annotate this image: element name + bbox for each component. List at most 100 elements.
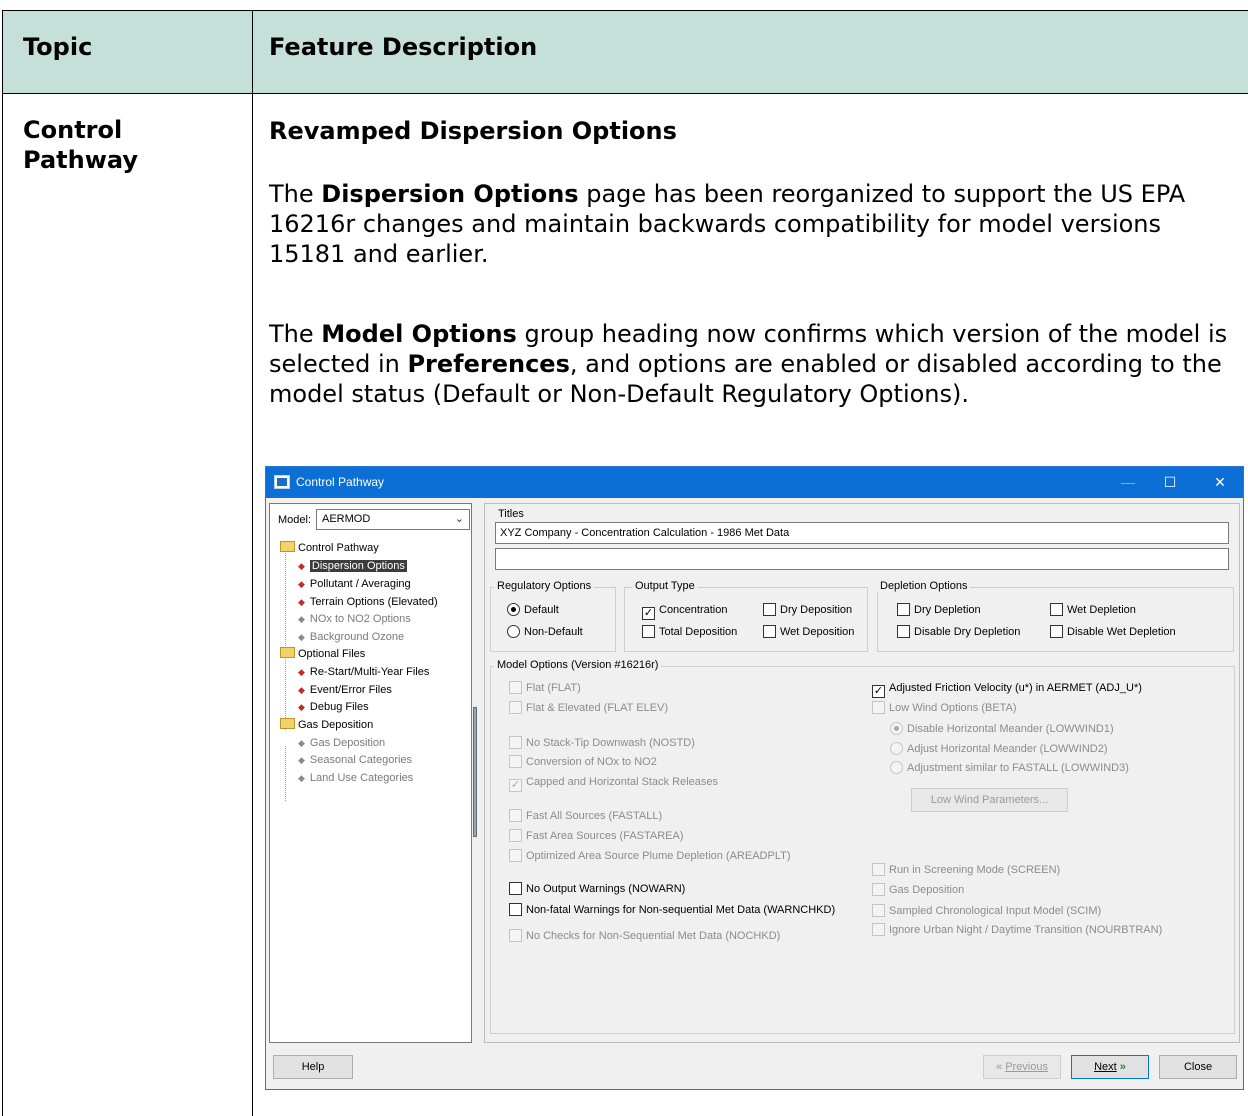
tree-item-gas-deposition[interactable]: ◆ Gas Deposition [298,735,385,752]
checkbox-icon [872,923,885,936]
topic-cell: Control Pathway [23,116,138,174]
diamond-icon: ◆ [298,579,305,589]
diamond-icon: ◆ [298,702,305,712]
model-select[interactable]: AERMOD ⌄ [316,509,470,530]
wet-deposition-checkbox[interactable]: Wet Deposition [763,625,854,639]
tree-item-pollutant-averaging[interactable]: ◆ Pollutant / Averaging [298,576,411,593]
folder-icon [280,541,295,552]
checkbox-icon [763,625,776,638]
checkbox-icon [509,882,522,895]
close-icon[interactable]: ✕ [1200,471,1240,493]
fastall-checkbox[interactable]: Fast All Sources (FASTALL) [509,809,662,823]
header-feature-description: Feature Description [269,33,538,61]
title-line2-input[interactable] [495,548,1229,570]
nowarn-checkbox[interactable]: No Output Warnings (NOWARN) [509,882,685,896]
dry-deposition-checkbox[interactable]: Dry Deposition [763,603,852,617]
diamond-icon: ◆ [298,755,305,765]
help-button[interactable]: Help [273,1055,353,1079]
disable-dry-depletion-checkbox[interactable]: Disable Dry Depletion [897,625,1020,639]
paragraph-model-options: The Model Options group heading now conf… [269,320,1228,408]
model-label: Model: [278,514,312,526]
regulatory-default-radio[interactable]: Default [507,603,559,617]
scim-checkbox[interactable]: Sampled Chronological Input Model (SCIM) [872,904,1101,918]
diamond-icon: ◆ [298,685,305,695]
screen-checkbox[interactable]: Run in Screening Mode (SCREEN) [872,863,1060,877]
next-button[interactable]: Next » [1071,1055,1149,1079]
pane-splitter[interactable] [473,707,477,837]
flat-elev-checkbox[interactable]: Flat & Elevated (FLAT ELEV) [509,701,668,715]
tree-item-nox-options[interactable]: ◆ NOx to NO2 Options [298,611,411,628]
warnchkd-checkbox[interactable]: Non-fatal Warnings for Non-sequential Me… [509,903,835,917]
regulatory-nondefault-radio[interactable]: Non-Default [507,625,583,639]
total-deposition-checkbox[interactable]: Total Deposition [642,625,737,639]
check-icon: ✓ [872,685,885,698]
dry-depletion-checkbox[interactable]: Dry Depletion [897,603,981,617]
column-divider [252,11,253,1116]
tree-item-land-use-categories[interactable]: ◆ Land Use Categories [298,770,413,787]
section-title: Revamped Dispersion Options [269,117,677,145]
diamond-icon: ◆ [298,632,305,642]
diamond-icon: ◆ [298,597,305,607]
concentration-checkbox[interactable]: ✓ Concentration [642,603,728,620]
radio-icon [890,742,903,755]
areadplt-checkbox[interactable]: Optimized Area Source Plume Depletion (A… [509,849,791,863]
lowwind3-radio[interactable]: Adjustment similar to FASTALL (LOWWIND3) [890,761,1129,775]
gas-deposition-checkbox[interactable]: Gas Deposition [872,883,964,897]
tree-item-seasonal-categories[interactable]: ◆ Seasonal Categories [298,752,412,769]
close-button[interactable]: Close [1159,1055,1237,1079]
lowwind2-radio[interactable]: Adjust Horizontal Meander (LOWWIND2) [890,742,1108,756]
capped-horizontal-checkbox[interactable]: ✓ Capped and Horizontal Stack Releases [509,775,718,792]
checkbox-icon [642,625,655,638]
dispersion-options-page: Titles XYZ Company - Concentration Calcu… [484,503,1240,1043]
tree-item-event-error-files[interactable]: ◆ Event/Error Files [298,682,392,699]
nourbtran-checkbox[interactable]: Ignore Urban Night / Daytime Transition … [872,923,1162,937]
lowwind1-radio[interactable]: Disable Horizontal Meander (LOWWIND1) [890,722,1114,736]
tree-item-background-ozone[interactable]: ◆ Background Ozone [298,629,404,646]
checkbox-icon [872,883,885,896]
adj-u-checkbox[interactable]: ✓ Adjusted Friction Velocity (u*) in AERM… [872,681,1142,698]
tree-item-terrain-options[interactable]: ◆ Terrain Options (Elevated) [298,594,438,611]
checkbox-icon [509,755,522,768]
title-line1-input[interactable]: XYZ Company - Concentration Calculation … [495,522,1229,544]
checkbox-icon [509,736,522,749]
previous-button[interactable]: « Previous [983,1055,1061,1079]
header-topic: Topic [23,33,93,61]
flat-checkbox[interactable]: Flat (FLAT) [509,681,581,695]
minimize-icon[interactable]: — [1108,471,1148,493]
output-type-label: Output Type [632,580,698,592]
maximize-icon[interactable]: ☐ [1150,471,1190,493]
checkbox-icon [872,701,885,714]
checkbox-icon [872,904,885,917]
tree-folder-optional-files[interactable]: Optional Files [280,646,365,663]
checkbox-icon [872,863,885,876]
tree-folder-control-pathway[interactable]: Control Pathway [280,540,379,557]
checkbox-icon [1050,625,1063,638]
tree-folder-gas-deposition[interactable]: Gas Deposition [280,717,373,734]
check-icon: ✓ [642,607,655,620]
diamond-icon: ◆ [298,667,305,677]
disable-wet-depletion-checkbox[interactable]: Disable Wet Depletion [1050,625,1176,639]
diamond-icon: ◆ [298,773,305,783]
checkbox-icon [1050,603,1063,616]
radio-icon [507,603,520,616]
dialog-titlebar: Control Pathway — ☐ ✕ [266,467,1243,498]
wet-depletion-checkbox[interactable]: Wet Depletion [1050,603,1136,617]
regulatory-options-label: Regulatory Options [494,580,595,592]
tree-item-debug-files[interactable]: ◆ Debug Files [298,699,369,716]
low-wind-parameters-button[interactable]: Low Wind Parameters... [911,788,1068,812]
nox-conversion-checkbox[interactable]: Conversion of NOx to NO2 [509,755,657,769]
nochkd-checkbox[interactable]: No Checks for Non-Sequential Met Data (N… [509,929,780,943]
tree-item-restart-files[interactable]: ◆ Re-Start/Multi-Year Files [298,664,429,681]
fastarea-checkbox[interactable]: Fast Area Sources (FASTAREA) [509,829,684,843]
tree-item-dispersion-options[interactable]: ◆ Dispersion Options [298,558,407,575]
checkbox-icon [509,829,522,842]
check-icon: ✓ [509,779,522,792]
nostd-checkbox[interactable]: No Stack-Tip Downwash (NOSTD) [509,736,695,750]
table-header-row: Topic Feature Description [3,11,1248,94]
control-pathway-dialog: Control Pathway — ☐ ✕ Model: AERMOD ⌄ Co… [265,466,1244,1090]
titles-label: Titles [495,508,527,520]
lowwind-checkbox[interactable]: Low Wind Options (BETA) [872,701,1017,715]
diamond-icon: ◆ [298,614,305,624]
model-options-label: Model Options (Version #16216r) [494,659,662,671]
checkbox-icon [509,929,522,942]
